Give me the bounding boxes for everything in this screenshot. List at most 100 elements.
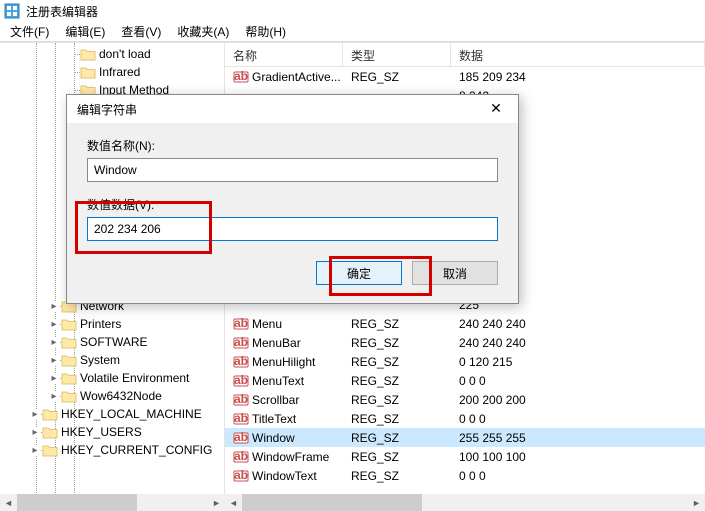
value-data: 0 120 215 xyxy=(451,355,705,369)
string-value-icon xyxy=(233,468,249,484)
tree-item-label: don't load xyxy=(99,47,151,61)
value-name: GradientActive... xyxy=(252,70,341,84)
tree-item[interactable]: ▸ System xyxy=(0,351,224,369)
expander-icon[interactable]: ▸ xyxy=(30,409,40,419)
list-row[interactable]: TitleTextREG_SZ0 0 0 xyxy=(225,409,705,428)
list-row[interactable]: Scrollbar REG_SZ200 200 200 xyxy=(225,390,705,409)
tree-item-label: HKEY_LOCAL_MACHINE xyxy=(61,407,202,421)
folder-icon xyxy=(61,317,77,331)
value-type: REG_SZ xyxy=(343,355,451,369)
value-name: Window xyxy=(252,431,295,445)
expander-icon[interactable]: ▸ xyxy=(49,355,59,365)
string-value-icon xyxy=(233,449,249,465)
tree-item[interactable]: ▸HKEY_CURRENT_CONFIG xyxy=(0,441,224,459)
menu-favorites[interactable]: 收藏夹(A) xyxy=(169,21,237,42)
tree-item[interactable]: Infrared xyxy=(0,63,224,81)
tree-item-label: System xyxy=(80,353,120,367)
value-data: 240 240 240 xyxy=(451,317,705,331)
list-row[interactable]: MenuBar REG_SZ240 240 240 xyxy=(225,333,705,352)
list-row[interactable]: WindowText REG_SZ0 0 0 xyxy=(225,466,705,485)
folder-icon xyxy=(61,389,77,403)
value-name: Scrollbar xyxy=(252,393,299,407)
value-name-label: 数值名称(N): xyxy=(87,137,498,154)
expander-icon[interactable]: ▸ xyxy=(49,319,59,329)
value-name: MenuText xyxy=(252,374,304,388)
window-titlebar: 注册表编辑器 xyxy=(0,0,705,22)
menubar: 文件(F) 编辑(E) 查看(V) 收藏夹(A) 帮助(H) xyxy=(0,22,705,42)
tree-item[interactable]: ▸ HKEY_USERS xyxy=(0,423,224,441)
string-value-icon xyxy=(233,335,249,351)
value-type: REG_SZ xyxy=(343,374,451,388)
expander-icon[interactable]: ▸ xyxy=(30,445,40,455)
list-row[interactable]: GradientActive...REG_SZ185 209 234 xyxy=(225,67,705,86)
value-name: WindowText xyxy=(252,469,317,483)
value-type: REG_SZ xyxy=(343,393,451,407)
tree-item[interactable]: ▸ SOFTWARE xyxy=(0,333,224,351)
app-icon xyxy=(4,3,20,19)
tree-item-label: Printers xyxy=(80,317,121,331)
value-name: Menu xyxy=(252,317,282,331)
string-value-icon xyxy=(233,69,249,85)
list-header: 名称 类型 数据 xyxy=(225,43,705,67)
tree-item[interactable]: ▸Wow6432Node xyxy=(0,387,224,405)
tree-item-label: HKEY_USERS xyxy=(61,425,142,439)
value-name: WindowFrame xyxy=(252,450,329,464)
string-value-icon xyxy=(233,411,249,427)
expander-icon[interactable]: ▸ xyxy=(49,301,59,311)
folder-icon xyxy=(61,335,77,349)
expander-icon[interactable]: ▸ xyxy=(30,427,40,437)
value-data: 240 240 240 xyxy=(451,336,705,350)
value-type: REG_SZ xyxy=(343,469,451,483)
tree-item[interactable]: ▸ Printers xyxy=(0,315,224,333)
close-icon[interactable]: ✕ xyxy=(478,97,514,119)
tree-item[interactable]: don't load xyxy=(0,45,224,63)
value-name-input[interactable] xyxy=(87,158,498,182)
col-header-type[interactable]: 类型 xyxy=(343,43,451,66)
folder-icon xyxy=(80,65,96,79)
value-data: 185 209 234 xyxy=(451,70,705,84)
string-value-icon xyxy=(233,392,249,408)
value-name: MenuBar xyxy=(252,336,301,350)
tree-item[interactable]: ▸ HKEY_LOCAL_MACHINE xyxy=(0,405,224,423)
list-row[interactable]: Menu REG_SZ240 240 240 xyxy=(225,314,705,333)
value-name: TitleText xyxy=(252,412,296,426)
value-type: REG_SZ xyxy=(343,317,451,331)
value-data-input[interactable] xyxy=(87,217,498,241)
value-type: REG_SZ xyxy=(343,336,451,350)
value-name: MenuHilight xyxy=(252,355,315,369)
edit-string-dialog: 编辑字符串 ✕ 数值名称(N): 数值数据(V): 确定 取消 xyxy=(66,94,519,304)
value-data: 200 200 200 xyxy=(451,393,705,407)
list-row[interactable]: WindowREG_SZ255 255 255 xyxy=(225,428,705,447)
cancel-button[interactable]: 取消 xyxy=(412,261,498,285)
expander-icon[interactable]: ▸ xyxy=(49,373,59,383)
tree-item-label: Volatile Environment xyxy=(80,371,189,385)
string-value-icon xyxy=(233,430,249,446)
value-data: 255 255 255 xyxy=(451,431,705,445)
value-data: 0 0 0 xyxy=(451,374,705,388)
col-header-data[interactable]: 数据 xyxy=(451,43,705,66)
value-data: 0 0 0 xyxy=(451,469,705,483)
dialog-titlebar[interactable]: 编辑字符串 ✕ xyxy=(67,95,518,123)
list-row[interactable]: MenuText REG_SZ0 0 0 xyxy=(225,371,705,390)
folder-icon xyxy=(80,47,96,61)
ok-button[interactable]: 确定 xyxy=(316,261,402,285)
tree-item-label: SOFTWARE xyxy=(80,335,148,349)
folder-icon xyxy=(42,443,58,457)
list-row[interactable]: MenuHilight REG_SZ0 120 215 xyxy=(225,352,705,371)
menu-file[interactable]: 文件(F) xyxy=(2,21,57,42)
folder-icon xyxy=(42,425,58,439)
string-value-icon xyxy=(233,316,249,332)
menu-help[interactable]: 帮助(H) xyxy=(237,21,294,42)
col-header-name[interactable]: 名称 xyxy=(225,43,343,66)
tree-item[interactable]: ▸ Volatile Environment xyxy=(0,369,224,387)
string-value-icon xyxy=(233,354,249,370)
list-row[interactable]: WindowFrameREG_SZ100 100 100 xyxy=(225,447,705,466)
expander-icon[interactable]: ▸ xyxy=(49,391,59,401)
menu-edit[interactable]: 编辑(E) xyxy=(57,21,113,42)
menu-view[interactable]: 查看(V) xyxy=(113,21,169,42)
folder-icon xyxy=(61,353,77,367)
value-data: 0 0 0 xyxy=(451,412,705,426)
value-data-label: 数值数据(V): xyxy=(87,196,498,213)
value-data: 100 100 100 xyxy=(451,450,705,464)
expander-icon[interactable]: ▸ xyxy=(49,337,59,347)
